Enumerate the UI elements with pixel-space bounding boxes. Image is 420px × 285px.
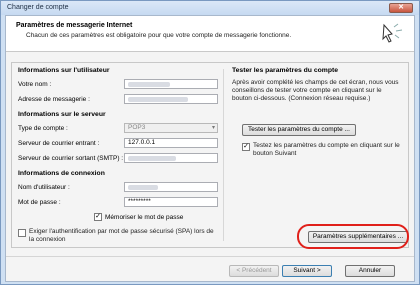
username-input[interactable] <box>124 182 218 192</box>
dialog-header: Paramètres de messagerie Internet Chacun… <box>6 16 414 52</box>
highlight-annotation <box>297 224 409 249</box>
settings-panel: Informations sur l'utilisateur Votre nom… <box>11 62 409 248</box>
hand-pointer-icon <box>382 23 403 43</box>
name-input[interactable] <box>124 79 218 89</box>
test-on-next-label: Testez les paramètres du compte en cliqu… <box>253 142 400 157</box>
spa-checkbox[interactable] <box>18 229 26 237</box>
header-title: Paramètres de messagerie Internet <box>16 22 133 29</box>
header-subtitle: Chacun de ces paramètres est obligatoire… <box>26 32 292 39</box>
name-label: Votre nom : <box>18 81 52 88</box>
incoming-server-input[interactable]: 127.0.0.1 <box>124 138 218 148</box>
incoming-server-label: Serveur de courrier entrant : <box>18 140 100 147</box>
user-info-heading: Informations sur l'utilisateur <box>18 67 110 74</box>
chevron-down-icon: ▾ <box>211 125 215 131</box>
test-on-next-checkbox[interactable]: ✓ <box>242 143 250 151</box>
account-type-value: POP3 <box>128 124 146 131</box>
test-description: Après avoir complété les champs de cet é… <box>232 79 399 102</box>
remember-password-checkbox[interactable]: ✓ <box>94 213 102 221</box>
account-type-select[interactable]: POP3 ▾ <box>124 123 218 133</box>
window-title: Changer de compte <box>7 4 69 11</box>
back-button[interactable]: < Précédent <box>229 265 279 277</box>
server-info-heading: Informations sur le serveur <box>18 111 106 118</box>
next-button[interactable]: Suivant > <box>282 265 332 277</box>
dialog-footer: < Précédent Suivant > Annuler <box>6 256 414 281</box>
outgoing-server-label: Serveur de courrier sortant (SMTP) : <box>18 155 124 162</box>
account-type-label: Type de compte : <box>18 125 68 132</box>
cancel-button[interactable]: Annuler <box>345 265 395 277</box>
remember-password-label: Mémoriser le mot de passe <box>105 214 184 221</box>
title-bar[interactable]: Changer de compte ✕ <box>1 1 419 15</box>
email-label: Adresse de messagerie : <box>18 96 90 103</box>
password-input[interactable]: ********* <box>124 197 218 207</box>
email-input[interactable] <box>124 94 218 104</box>
outgoing-server-input[interactable] <box>124 153 218 163</box>
spa-label: Exiger l'authentification par mot de pas… <box>29 228 214 243</box>
column-divider <box>223 69 224 241</box>
password-label: Mot de passe : <box>18 199 61 206</box>
username-label: Nom d'utilisateur : <box>18 184 70 191</box>
test-account-button[interactable]: Tester les paramètres du compte ... <box>242 124 356 136</box>
test-heading: Tester les paramètres du compte <box>232 67 339 74</box>
login-info-heading: Informations de connexion <box>18 170 105 177</box>
close-button[interactable]: ✕ <box>389 3 413 13</box>
